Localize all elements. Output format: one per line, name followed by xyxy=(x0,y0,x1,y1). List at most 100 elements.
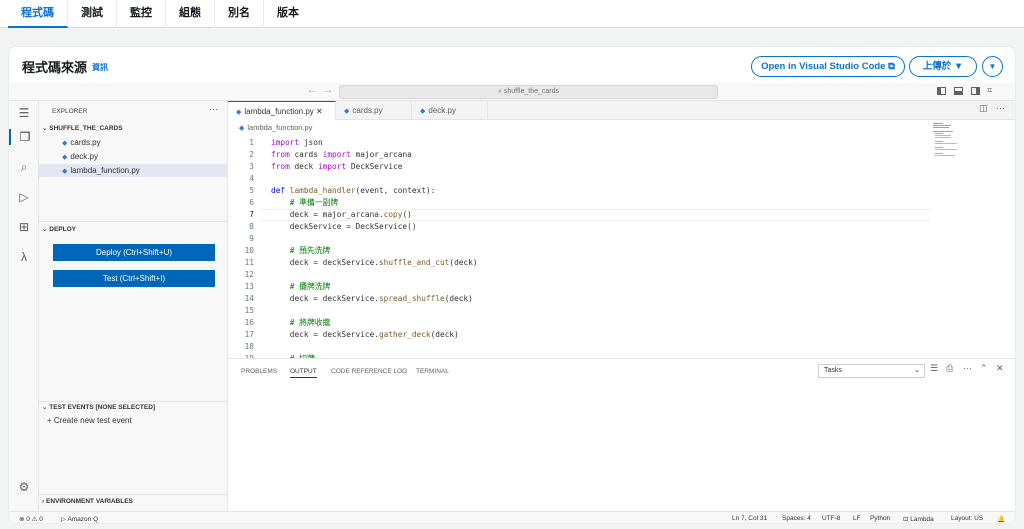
close-panel-icon[interactable]: ✕ xyxy=(996,363,1004,374)
customize-layout-icon[interactable]: ⌗ xyxy=(987,85,992,96)
info-link[interactable]: 資訊 xyxy=(92,62,108,73)
filter-list-icon[interactable]: ☰ xyxy=(930,363,938,374)
line-number: 4 xyxy=(249,174,254,183)
toggle-panel-icon[interactable] xyxy=(954,87,963,95)
code-line: deck = deckService.spread_shuffle(deck) xyxy=(271,294,473,303)
output-channel-value: Tasks xyxy=(824,367,842,374)
breadcrumb[interactable]: ◆ lambda_function.py xyxy=(239,123,312,132)
code-line: # 將牌收攏 xyxy=(271,318,331,327)
tab-problems[interactable]: PROBLEMS xyxy=(241,368,277,375)
back-arrow-icon[interactable]: ← xyxy=(307,85,317,96)
test-button[interactable]: Test (Ctrl+Shift+I) xyxy=(53,270,215,287)
command-center[interactable]: ⌕ shuffle_the_cards xyxy=(339,85,718,99)
tab-aliases[interactable]: 別名 xyxy=(215,0,264,28)
explorer-header: EXPLORER xyxy=(52,108,88,115)
encoding-status[interactable]: UTF-8 xyxy=(822,515,840,522)
code-line: deck = deckService.shuffle_and_cut(deck) xyxy=(271,258,478,267)
more-actions-icon[interactable]: ··· xyxy=(996,103,1005,113)
minimap[interactable] xyxy=(933,119,963,159)
lambda-icon[interactable]: λ xyxy=(16,249,32,265)
open-vscode-button[interactable]: Open in Visual Studio Code ⧉ xyxy=(751,56,905,77)
line-number: 15 xyxy=(244,306,254,315)
line-number: 11 xyxy=(244,258,254,267)
lock-scroll-icon[interactable]: ⎙ xyxy=(946,363,953,374)
folder-header[interactable]: ⌄ SHUFFLE_THE_CARDS xyxy=(42,124,123,132)
env-vars-header[interactable]: › ENVIRONMENT VARIABLES xyxy=(42,498,133,505)
test-events-label: TEST EVENTS [NONE SELECTED] xyxy=(49,404,156,411)
explorer-more-icon[interactable]: ··· xyxy=(209,104,218,114)
folder-name: SHUFFLE_THE_CARDS xyxy=(49,125,123,132)
forward-arrow-icon[interactable]: → xyxy=(323,85,333,96)
create-test-event-label: Create new test event xyxy=(53,416,132,425)
editor-tab-cards[interactable]: ◆ cards.py xyxy=(336,101,412,120)
deploy-button[interactable]: Deploy (Ctrl+Shift+U) xyxy=(53,244,215,261)
extensions-icon[interactable]: ⊞ xyxy=(16,219,32,235)
explorer-icon[interactable]: ❐ xyxy=(9,129,39,145)
env-vars-label: ENVIRONMENT VARIABLES xyxy=(45,498,133,505)
eol-status[interactable]: LF xyxy=(853,515,861,522)
menu-icon[interactable]: ☰ xyxy=(16,105,32,121)
split-editor-icon[interactable]: ◫ xyxy=(979,103,988,114)
python-file-icon: ◆ xyxy=(420,108,426,115)
tab-code-reference-log[interactable]: CODE REFERENCE LOG xyxy=(331,368,407,375)
editor-tab-label: cards.py xyxy=(352,106,383,115)
file-name: cards.py xyxy=(70,138,101,147)
output-panel: PROBLEMS OUTPUT CODE REFERENCE LOG TERMI… xyxy=(228,358,1015,511)
deploy-header[interactable]: ⌄ DEPLOY xyxy=(42,225,76,233)
function-tabs: 程式碼 測試 監控 組態 別名 版本 xyxy=(0,0,1024,28)
editor-tab-label: deck.py xyxy=(428,106,456,115)
amazon-q-status[interactable]: ▷ Amazon Q xyxy=(61,515,98,523)
tab-configuration[interactable]: 組態 xyxy=(166,0,215,28)
settings-gear-icon[interactable]: ⚙ xyxy=(16,479,32,495)
tab-code[interactable]: 程式碼 xyxy=(8,0,68,28)
create-test-event[interactable]: + Create new test event xyxy=(47,416,132,425)
file-cards-py[interactable]: ◆ cards.py xyxy=(39,136,228,149)
section-divider xyxy=(39,221,228,222)
tab-output[interactable]: OUTPUT xyxy=(290,368,317,378)
python-file-icon: ◆ xyxy=(62,140,68,147)
search-icon[interactable]: ⌕ xyxy=(16,159,32,175)
file-deck-py[interactable]: ◆ deck.py xyxy=(39,150,228,163)
python-file-icon: ◆ xyxy=(239,125,245,132)
close-icon[interactable]: ✕ xyxy=(316,107,323,116)
code-view[interactable]: 1 import json 2 from cards import major_arc… xyxy=(228,135,1015,358)
panel-header: 程式碼來源 資訊 Open in Visual Studio Code ⧉ 上傳… xyxy=(9,47,1015,83)
run-debug-icon[interactable]: ▷ xyxy=(16,189,32,205)
output-channel-select[interactable]: Tasks ⌄ xyxy=(818,364,925,378)
more-actions-icon[interactable]: ··· xyxy=(963,363,972,373)
editor-tab-label: lambda_function.py xyxy=(244,107,314,116)
chevron-down-icon: ⌄ xyxy=(914,367,920,374)
notifications-bell-icon[interactable]: 🔔 xyxy=(997,515,1005,523)
code-line: def lambda_handler(event, context): xyxy=(271,186,436,195)
editor-tab-deck[interactable]: ◆ deck.py xyxy=(412,101,488,120)
file-lambda-function-py[interactable]: ◆ lambda_function.py xyxy=(39,164,228,177)
toggle-secondary-sidebar-icon[interactable] xyxy=(971,87,980,95)
section-divider xyxy=(39,401,228,402)
command-center-label: shuffle_the_cards xyxy=(503,88,559,95)
plus-icon: + xyxy=(47,416,54,425)
keyboard-layout-status[interactable]: Layout: US xyxy=(951,515,983,522)
tab-versions[interactable]: 版本 xyxy=(264,0,312,28)
activity-bar: ☰ ❐ ⌕ ▷ ⊞ λ ⚙ xyxy=(9,101,39,523)
lambda-status[interactable]: ⊡ Lambda xyxy=(903,515,934,523)
test-events-header[interactable]: ⌄ TEST EVENTS [NONE SELECTED] xyxy=(42,403,155,411)
indentation-status[interactable]: Spaces: 4 xyxy=(782,515,811,522)
language-status[interactable]: Python xyxy=(870,515,890,522)
cursor-position[interactable]: Ln 7, Col 31 xyxy=(732,515,767,522)
line-number: 10 xyxy=(244,246,254,255)
editor-tab-lambda-function[interactable]: ◆ lambda_function.py ✕ xyxy=(228,101,336,120)
panel-title: 程式碼來源 xyxy=(22,60,88,75)
tab-monitor[interactable]: 監控 xyxy=(117,0,166,28)
line-number: 9 xyxy=(249,234,254,243)
tab-terminal[interactable]: TERMINAL xyxy=(416,368,449,375)
open-vscode-label: Open in Visual Studio Code xyxy=(761,61,886,72)
tab-test[interactable]: 測試 xyxy=(68,0,117,28)
line-number: 8 xyxy=(249,222,254,231)
toggle-sidebar-icon[interactable] xyxy=(937,87,946,95)
section-divider xyxy=(39,494,228,495)
more-actions-button[interactable]: ▼ xyxy=(982,56,1003,77)
maximize-panel-icon[interactable]: ⌃ xyxy=(980,363,988,374)
problems-status[interactable]: ⊗ 0 ⚠ 0 xyxy=(19,515,43,523)
line-number: 1 xyxy=(249,138,254,147)
upload-from-button[interactable]: 上傳於 ▼ xyxy=(909,56,977,77)
